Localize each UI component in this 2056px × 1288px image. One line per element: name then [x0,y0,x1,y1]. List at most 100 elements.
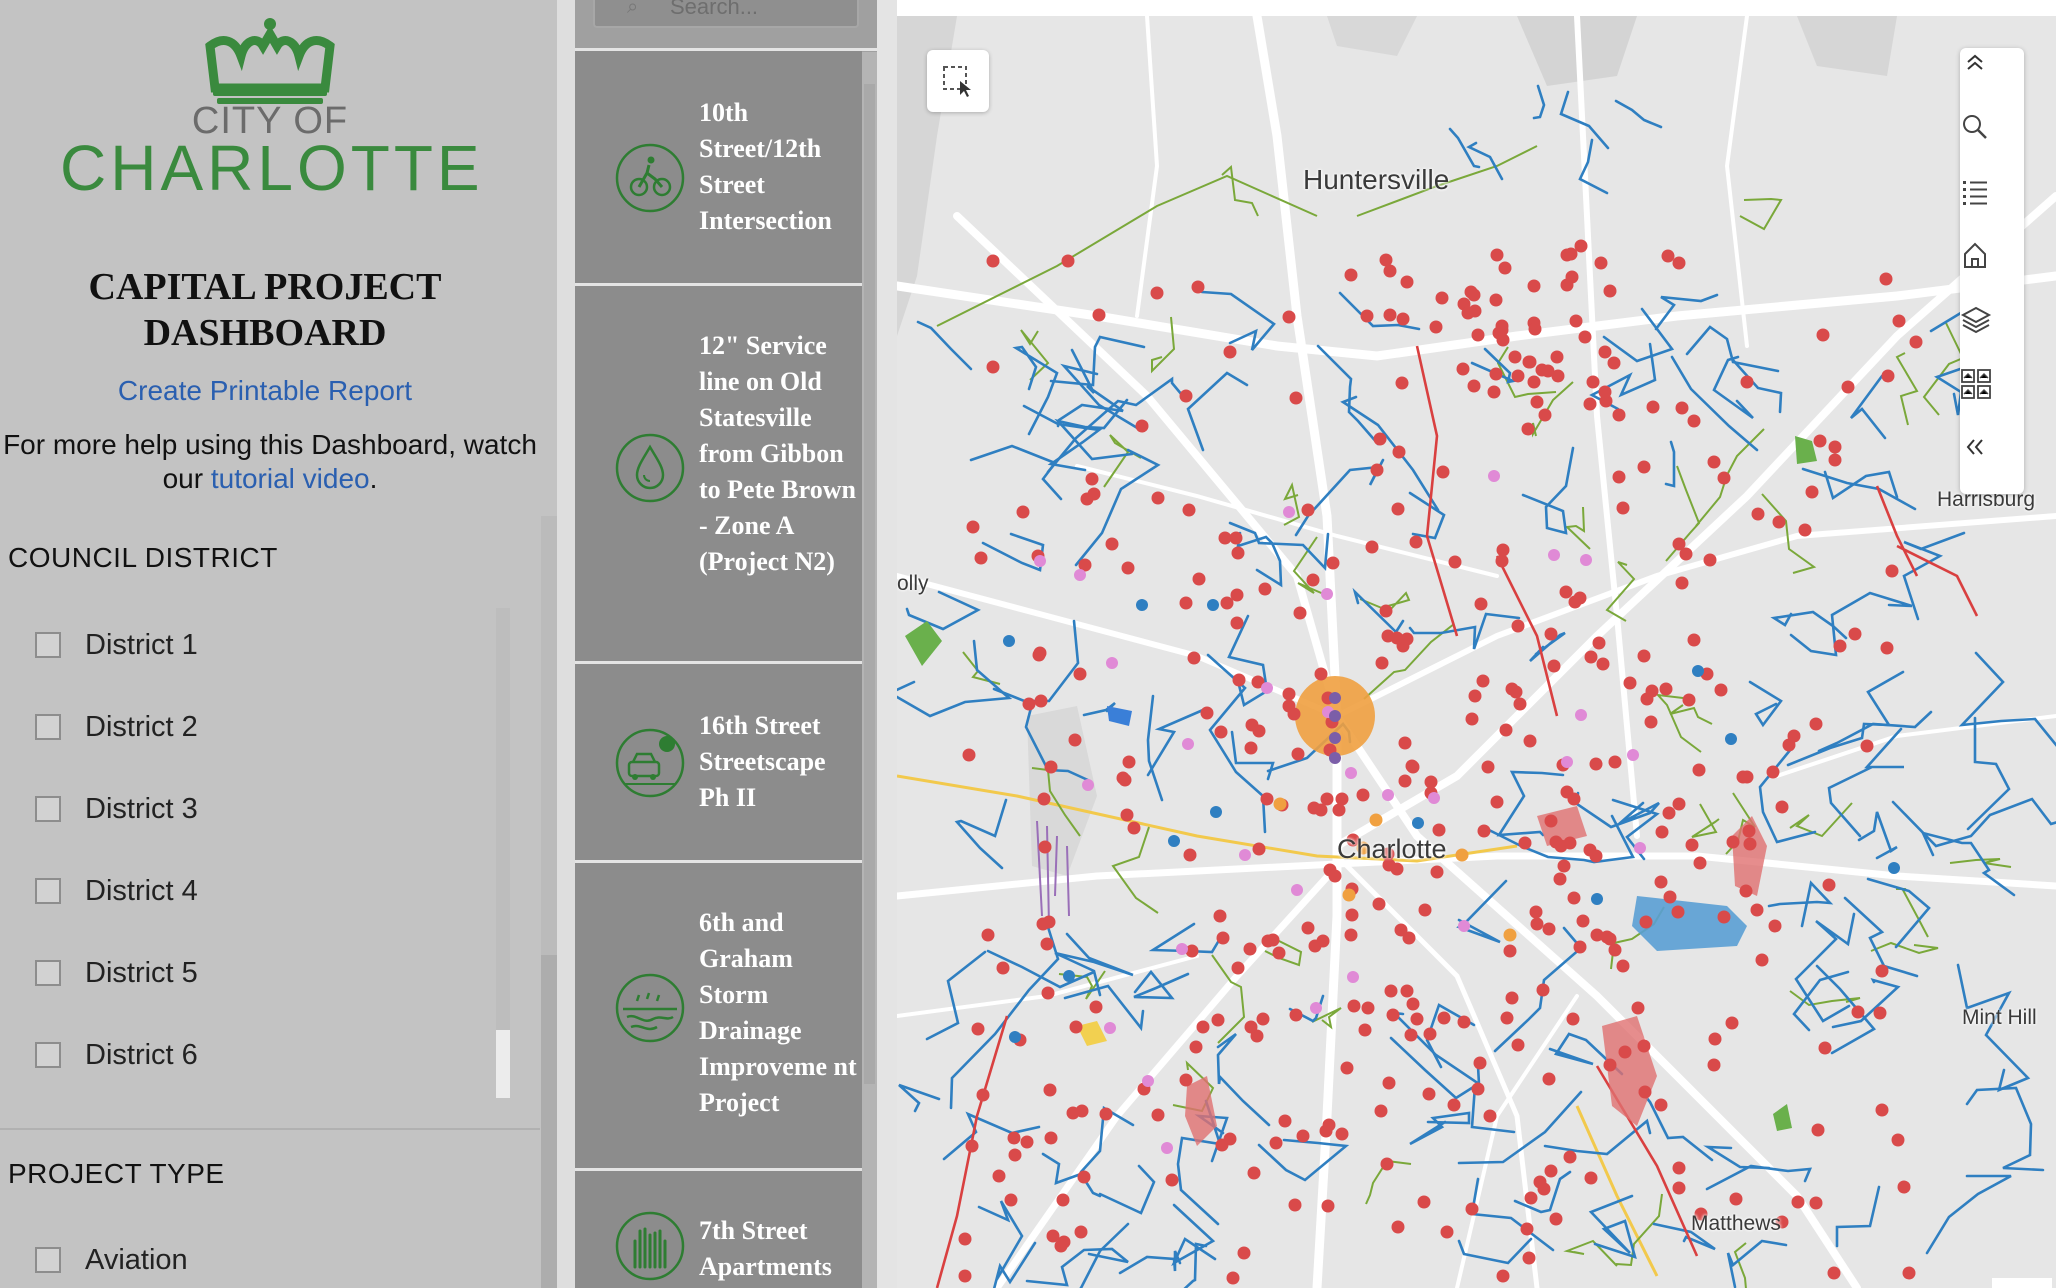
project-point [1189,1040,1203,1054]
project-point [1608,943,1622,957]
project-point [1291,884,1303,896]
project-point [1243,942,1257,956]
project-point [1182,503,1196,517]
project-point [1282,310,1296,324]
project-point [1521,422,1535,436]
layers-button[interactable] [1960,304,2024,368]
project-point [1672,1181,1686,1195]
project-point [1637,460,1651,474]
project-point [1511,1038,1525,1052]
project-card[interactable]: 16th Street Streetscape Ph II [575,664,862,863]
aviation-checkbox[interactable]: Aviation [35,1240,188,1280]
project-point [962,748,976,762]
panel-scroll-thumb[interactable] [541,955,557,1288]
map-view[interactable]: Huntersville Harrisburg Charlotte Mint H… [897,16,2056,1288]
checkbox[interactable] [35,1042,61,1068]
checkbox[interactable] [35,796,61,822]
project-point [1547,659,1561,673]
project-list-scroll-thumb[interactable] [864,84,875,1084]
project-point [1750,903,1764,917]
project-point [1043,1083,1057,1097]
project-point [1214,725,1228,739]
project-point [1229,531,1243,545]
project-point [1220,596,1234,610]
district-4-checkbox[interactable]: District 4 [35,871,198,911]
select-by-rectangle-button[interactable] [927,50,989,112]
create-report-link[interactable]: Create Printable Report [0,375,530,407]
project-point [996,961,1010,975]
project-point [1573,940,1587,954]
project-point [1391,502,1405,516]
district-1-checkbox[interactable]: District 1 [35,625,198,665]
project-point [1567,891,1581,905]
basemap-gallery-icon [1961,369,1991,399]
project-point [1165,1173,1179,1187]
project-point [1828,453,1842,467]
project-point [1471,1082,1485,1096]
project-point [1538,408,1552,422]
checkbox[interactable] [35,714,61,740]
project-point [1682,693,1696,707]
project-point [1897,1180,1911,1194]
project-point [1307,801,1321,815]
project-point [1398,736,1412,750]
collapse-toolbar-button[interactable] [1960,48,2024,112]
project-point [1638,1085,1652,1099]
project-point [1672,797,1686,811]
project-point [1335,1127,1349,1141]
place-label-charlotte: Charlotte [1337,834,1447,864]
district-5-checkbox[interactable]: District 5 [35,953,198,993]
district-2-checkbox[interactable]: District 2 [35,707,198,747]
home-button[interactable] [1960,240,2024,304]
project-point [1244,1020,1258,1034]
project-point [1230,616,1244,630]
project-point [1365,540,1379,554]
project-point [1428,792,1440,804]
district-6-checkbox[interactable]: District 6 [35,1035,198,1075]
project-point [1345,908,1359,922]
project-point [1892,314,1906,328]
project-point [1563,836,1577,850]
project-point [1499,723,1513,737]
district-scroll-track[interactable] [496,608,510,1098]
project-point [1293,606,1307,620]
checkbox[interactable] [35,632,61,658]
map-attribution-corner [1992,1278,2052,1288]
legend-button[interactable] [1960,176,2024,240]
tutorial-video-link[interactable]: tutorial video [211,463,370,494]
project-point [1150,286,1164,300]
project-point [1828,440,1842,454]
project-point [1496,543,1510,557]
project-card[interactable]: 10th Street/12th Street Intersection [575,51,862,286]
project-point [1607,356,1621,370]
district-3-checkbox[interactable]: District 3 [35,789,198,829]
checkbox[interactable] [35,878,61,904]
project-point [1888,862,1900,874]
project-point [1120,808,1134,822]
map-canvas[interactable] [897,16,2056,1288]
checkbox[interactable] [35,960,61,986]
project-card[interactable]: 7th Street Apartments [575,1171,862,1288]
district-scroll-thumb[interactable] [496,1030,510,1098]
project-point [1326,556,1340,570]
map-search-button[interactable] [1960,112,2024,176]
project-point [1457,1015,1471,1029]
project-point [1612,470,1626,484]
project-point [1596,657,1610,671]
project-point [1384,984,1398,998]
project-point [1196,1020,1210,1034]
project-point [1179,596,1193,610]
collapse-panel-button[interactable] [1960,432,2024,496]
project-point [1685,838,1699,852]
project-point [1063,970,1075,982]
project-name: 12" Service line on Old Statesville from… [699,331,856,576]
checkbox[interactable] [35,1247,61,1273]
project-card[interactable]: 12" Service line on Old Statesville from… [575,286,862,664]
project-point [1687,414,1701,428]
project-card[interactable]: 6th and Graham Storm Drainage Improveme … [575,863,862,1171]
project-point [1328,869,1342,883]
project-point [1544,627,1558,641]
basemap-gallery-button[interactable] [1960,368,2024,432]
project-point [1536,983,1550,997]
project-point [1639,915,1653,929]
